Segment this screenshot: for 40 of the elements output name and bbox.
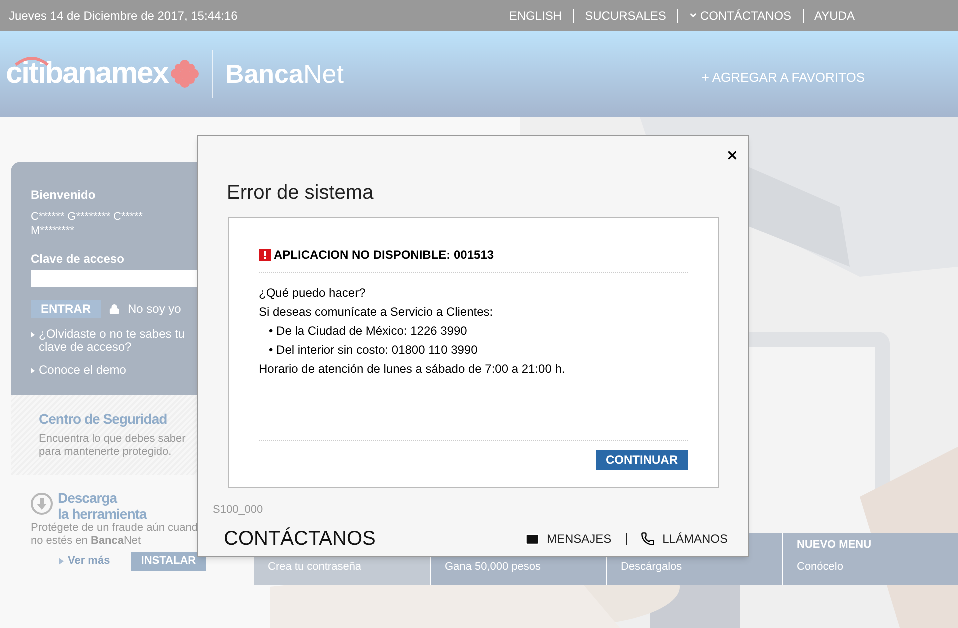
bullet-arrow-icon [31,332,35,338]
bullet-arrow-icon [31,368,35,374]
user-name: C****** G******** C***** M******** [31,210,144,238]
top-link[interactable]: AYUDA [814,8,855,22]
dialog-title: Error de sistema [227,181,374,206]
security-title: Centro de Seguridad [39,410,168,429]
promo-tile[interactable]: NUEVO MENU Conócelo [782,533,958,585]
see-more-link[interactable]: Ver más [68,553,110,570]
login-button[interactable]: ENTRAR [31,300,101,318]
product-name: BancaNet [225,61,344,87]
bullet-arrow-icon [59,558,64,565]
top-link[interactable]: CONTÁCTANOS [700,8,792,22]
error-heading: APLICACION NO DISPONIBLE: 001513 [274,247,494,264]
download-title: la herramienta [58,506,147,522]
top-link[interactable]: SUCURSALES [585,8,666,22]
close-button[interactable] [726,149,739,162]
error-code: S100_000 [213,502,264,518]
download-text: Protégete de un fraude aún cuand [31,522,199,535]
call-link[interactable]: LLÁMANOS [662,530,728,548]
date-time: Jueves 14 de Diciembre de 2017, 15:44:16 [9,8,238,24]
messages-link[interactable]: MENSAJES [546,533,627,546]
welcome-label: Bienvenido [31,187,96,204]
message-line: • De la Ciudad de México: 1226 3990 [268,323,468,340]
message-line: • Del interior sin costo: 01800 110 3990 [268,342,479,359]
message-line: ¿Qué puedo hacer? [259,285,367,302]
favorites-link[interactable]: + AGREGAR A FAVORITOS [702,68,865,88]
top-link[interactable]: ENGLISH [509,8,562,22]
message-line: Horario de atención de lunes a sábado de 7:00 a 21:00 h. [259,361,566,378]
warning-icon [259,249,271,261]
not-me-link[interactable]: No soy yo [128,300,182,318]
message-line: Si deseas comunícate a Servicio a Clientes: [259,304,494,321]
brand-logo: citibanamex [6,54,200,94]
download-title: Descarga [58,490,119,506]
download-icon [31,493,53,515]
password-label: Clave de acceso [31,251,124,268]
lock-icon [109,304,120,314]
security-text: Encuentra lo que debes saber para mantenerte protegido. [39,433,187,459]
install-button[interactable]: INSTALAR [131,552,206,571]
continue-button[interactable]: CONTINUAR [596,450,688,470]
phone-icon [640,532,655,546]
